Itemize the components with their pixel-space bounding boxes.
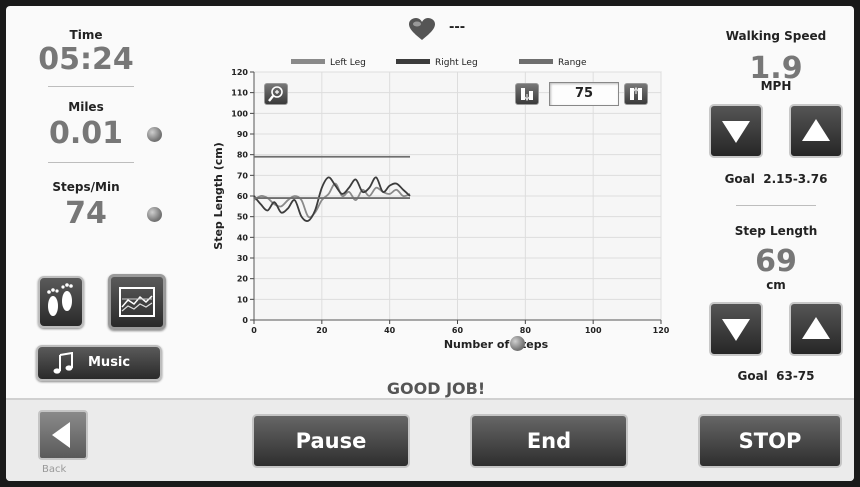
legend-label: Left Leg bbox=[330, 58, 366, 68]
chart-indicator-light bbox=[510, 336, 525, 351]
end-button[interactable]: End bbox=[470, 414, 628, 468]
y-tick-label: 0 bbox=[242, 316, 248, 325]
step-increase-button[interactable] bbox=[624, 83, 648, 105]
y-tick-label: 90 bbox=[237, 130, 249, 139]
y-tick-label: 70 bbox=[237, 171, 249, 180]
miles-value: 0.01 bbox=[48, 116, 124, 151]
footprints-icon bbox=[47, 283, 73, 316]
back-label: Back bbox=[42, 464, 67, 475]
y-tick-label: 120 bbox=[231, 68, 248, 77]
x-tick-label: 20 bbox=[316, 326, 328, 335]
steps-per-min-label: Steps/Min bbox=[52, 180, 120, 194]
treadmill-screen: Time 05:24 Miles 0.01 Steps/Min 74 Music… bbox=[6, 6, 854, 481]
longer-steps-icon bbox=[630, 86, 642, 100]
legend-label: Right Leg bbox=[435, 58, 478, 68]
step-decrease-button[interactable] bbox=[515, 83, 539, 105]
time-label: Time bbox=[69, 28, 103, 42]
miles-indicator-light bbox=[147, 127, 162, 142]
x-tick-label: 60 bbox=[452, 326, 464, 335]
step-length-goal: Goal 63-75 bbox=[737, 369, 815, 383]
y-tick-label: 60 bbox=[237, 192, 249, 201]
y-tick-label: 110 bbox=[231, 89, 248, 98]
pause-button[interactable]: Pause bbox=[252, 414, 410, 468]
speed-increase-button[interactable] bbox=[789, 104, 843, 158]
y-tick-label: 10 bbox=[237, 295, 249, 304]
heart-icon bbox=[409, 18, 435, 40]
step-length-unit: cm bbox=[766, 278, 786, 292]
step-target-input[interactable]: 75 bbox=[549, 82, 619, 106]
x-tick-label: 0 bbox=[251, 326, 257, 335]
graph-view-button[interactable] bbox=[108, 274, 166, 330]
y-tick-label: 80 bbox=[237, 151, 249, 160]
y-axis-label: Step Length (cm) bbox=[212, 142, 225, 249]
walking-speed-unit: MPH bbox=[760, 79, 792, 93]
music-button[interactable]: Music bbox=[36, 345, 162, 381]
back-arrow-icon bbox=[52, 422, 70, 448]
y-tick-label: 20 bbox=[237, 275, 249, 284]
speed-decrease-button[interactable] bbox=[709, 104, 763, 158]
legend-swatch bbox=[396, 59, 430, 64]
up-arrow-icon bbox=[802, 317, 830, 339]
down-arrow-icon bbox=[722, 121, 750, 143]
step-length-value: 69 bbox=[755, 244, 797, 279]
steps-per-min-value: 74 bbox=[65, 196, 107, 231]
y-tick-label: 30 bbox=[237, 254, 249, 263]
y-tick-label: 50 bbox=[237, 213, 249, 222]
x-tick-label: 100 bbox=[585, 326, 602, 335]
x-tick-label: 120 bbox=[653, 326, 670, 335]
y-tick-label: 40 bbox=[237, 233, 249, 242]
music-label: Music bbox=[88, 355, 131, 370]
zoom-icon bbox=[268, 86, 283, 102]
legend-swatch bbox=[291, 59, 325, 64]
graph-icon bbox=[119, 287, 155, 317]
divider bbox=[48, 162, 134, 163]
step-length-decrease-button[interactable] bbox=[709, 302, 763, 356]
step-length-chart: 0 10 20 30 40 50 60 70 80 90 100 110 120 0 20 40 60 80 100… bbox=[206, 54, 676, 364]
legend-swatch bbox=[519, 59, 553, 64]
miles-label: Miles bbox=[68, 100, 104, 114]
step-length-label: Step Length bbox=[734, 224, 818, 238]
x-tick-label: 40 bbox=[384, 326, 396, 335]
time-value: 05:24 bbox=[38, 42, 134, 77]
divider bbox=[48, 86, 134, 87]
legend-label: Range bbox=[558, 58, 587, 68]
steps-indicator-light bbox=[147, 207, 162, 222]
speed-goal: Goal 2.15-3.76 bbox=[724, 172, 828, 186]
down-arrow-icon bbox=[722, 319, 750, 341]
music-note-icon bbox=[53, 352, 73, 374]
step-length-increase-button[interactable] bbox=[789, 302, 843, 356]
back-button[interactable] bbox=[38, 410, 88, 460]
heart-rate-value: --- bbox=[449, 20, 466, 35]
x-tick-label: 80 bbox=[520, 326, 532, 335]
divider bbox=[736, 205, 816, 206]
footsteps-view-button[interactable] bbox=[38, 276, 84, 328]
stop-button[interactable]: STOP bbox=[698, 414, 842, 468]
shorter-steps-icon bbox=[521, 88, 533, 102]
y-tick-label: 100 bbox=[231, 109, 248, 118]
up-arrow-icon bbox=[802, 119, 830, 141]
x-axis-label: Number of Steps bbox=[444, 338, 549, 351]
walking-speed-label: Walking Speed bbox=[725, 29, 827, 43]
zoom-button[interactable] bbox=[264, 83, 288, 105]
feedback-message: GOOD JOB! bbox=[386, 379, 486, 398]
